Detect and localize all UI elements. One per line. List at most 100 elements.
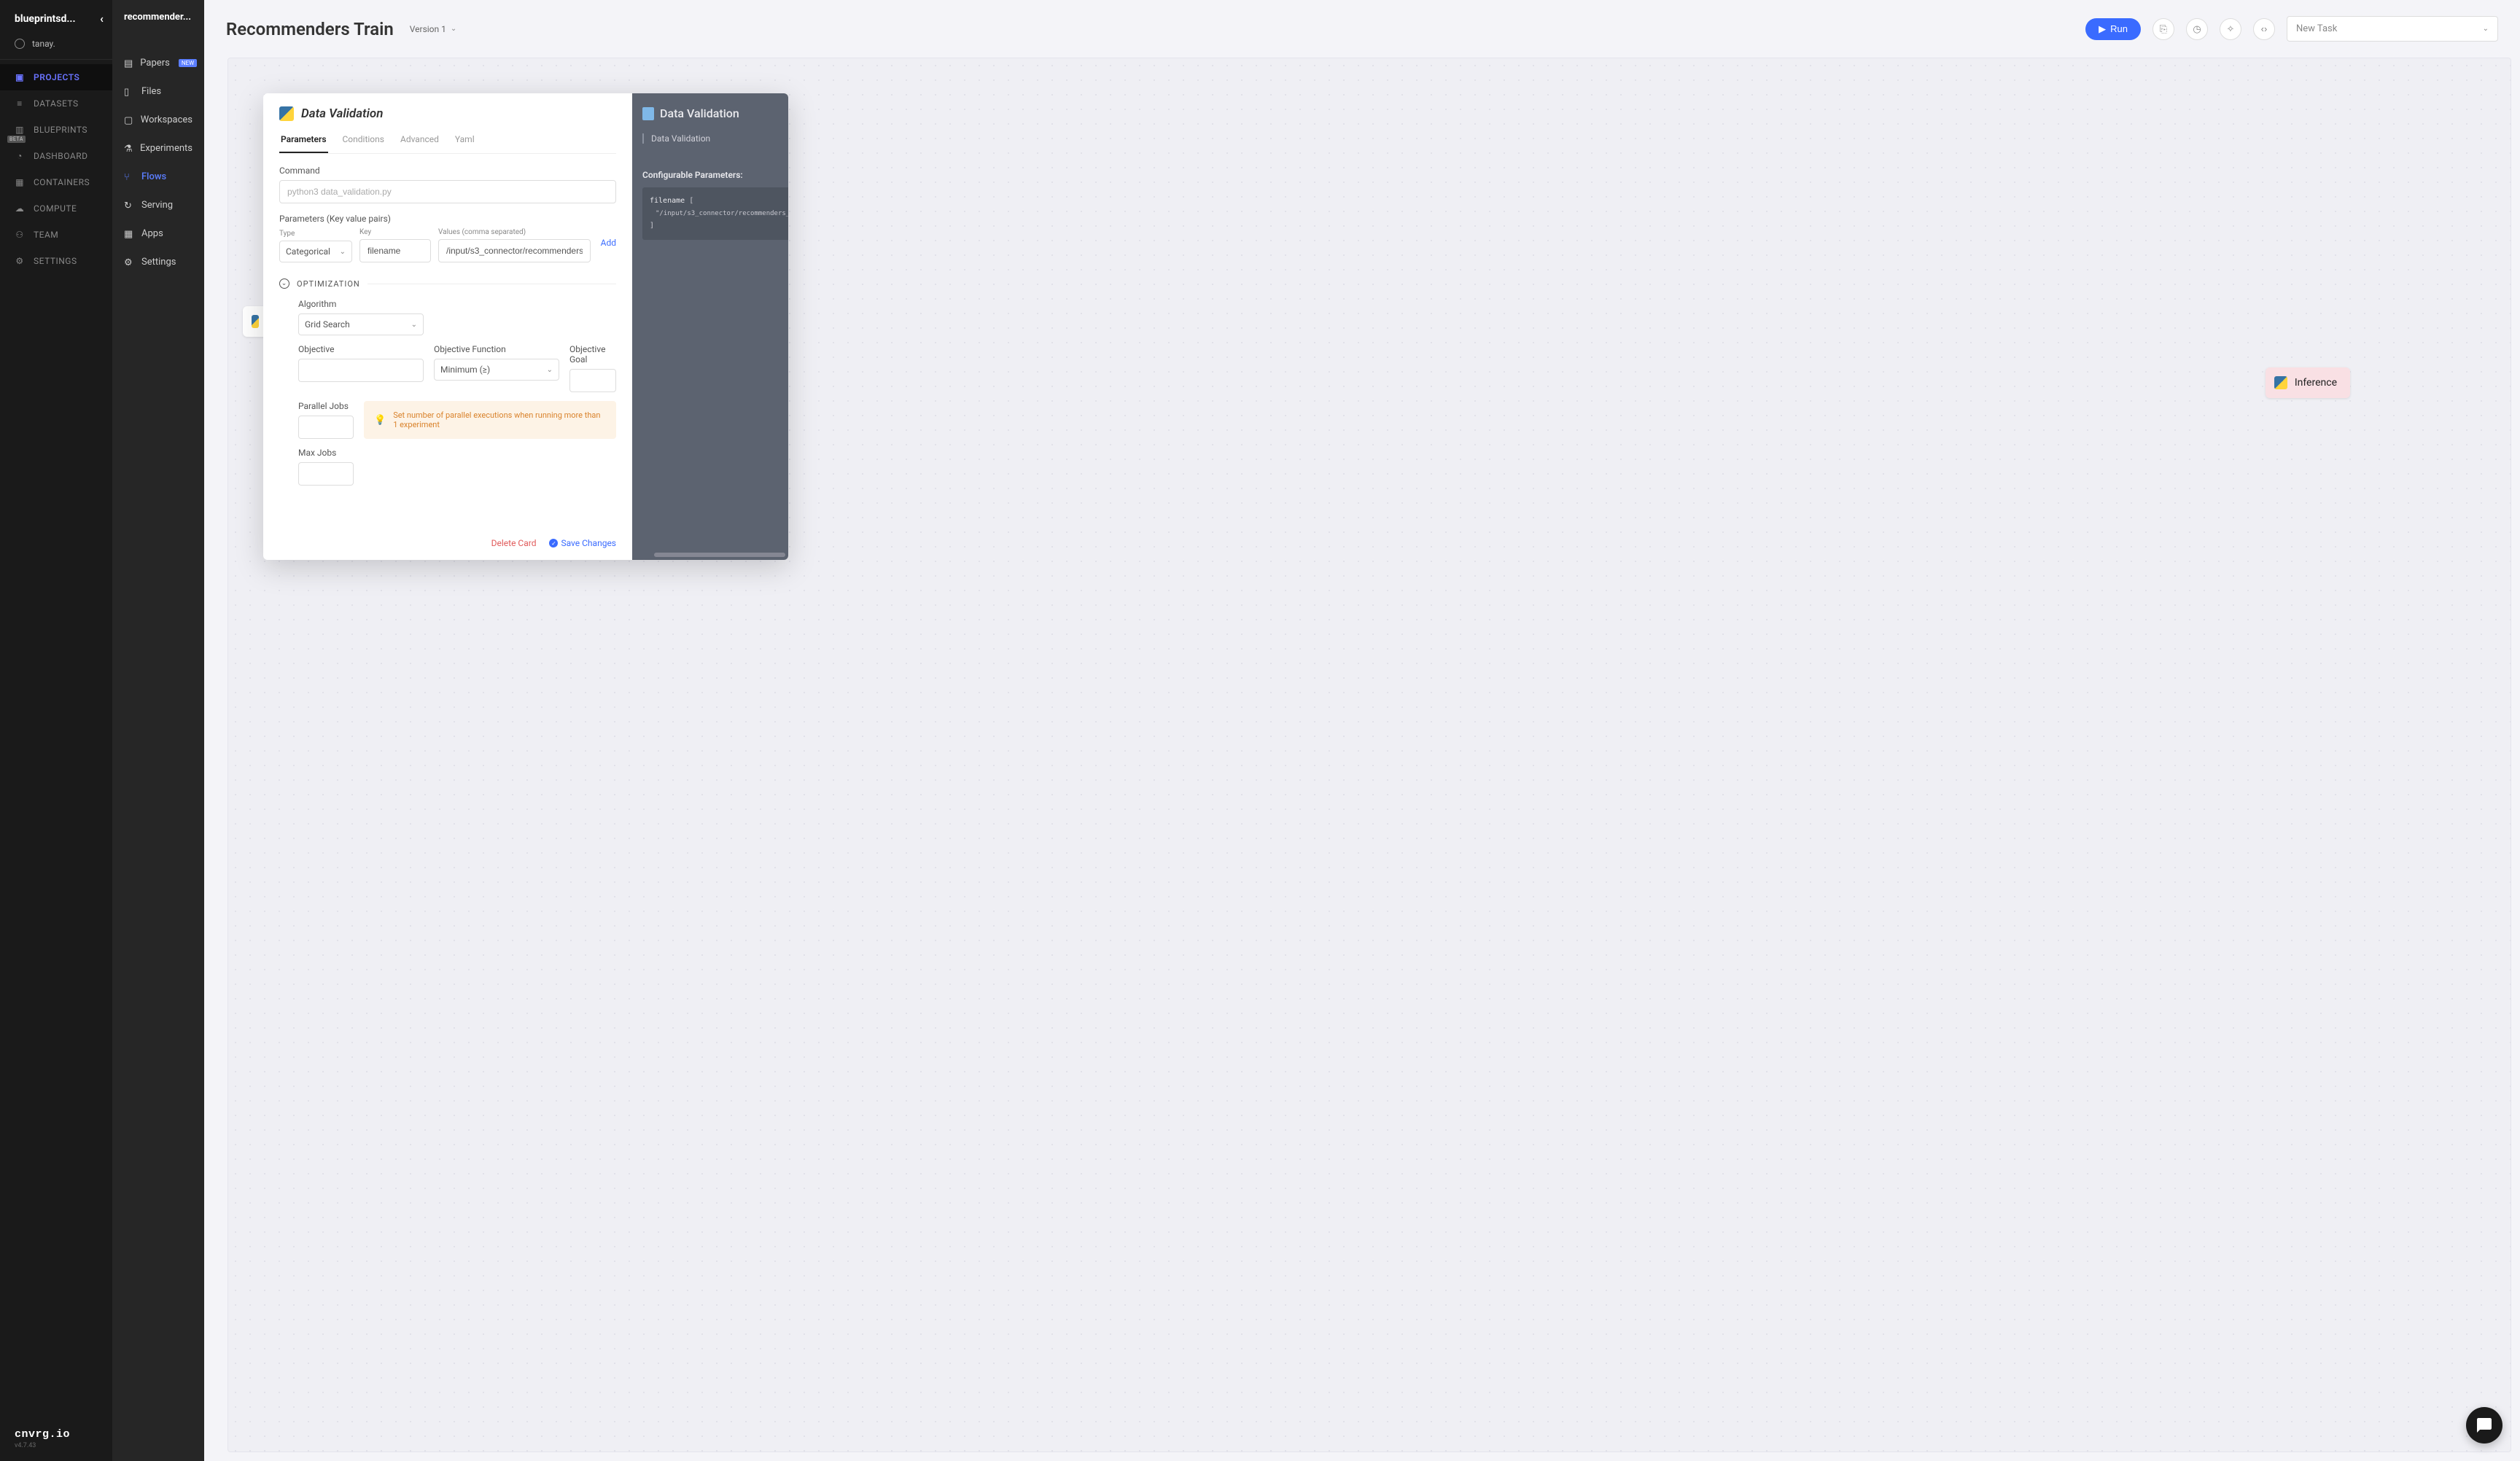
key-input[interactable] [359,239,431,262]
objfn-value: Minimum (≥) [440,365,490,375]
tip-text: Set number of parallel executions when r… [393,410,606,429]
side-title-row: Data Validation [642,106,788,120]
nav-datasets-label: DATASETS [34,98,79,109]
new-task-select[interactable]: New Task ⌄ [2287,16,2498,42]
code-close: ] [650,219,788,233]
sec-apps-label: Apps [141,228,163,239]
chevron-left-icon[interactable]: ‹ [100,12,104,26]
brand-footer: cnvrg.io v4.7.43 [0,1417,112,1461]
nav-dashboard[interactable]: ◔ DASHBOARD [0,143,112,169]
flow-node-inference[interactable]: Inference [2266,367,2350,398]
tab-advanced[interactable]: Advanced [399,130,440,153]
project-nav: ▤ Papers NEW ▯ Files ▢ Workspaces ⚗ Expe… [112,34,204,276]
tab-parameters[interactable]: Parameters [279,130,328,153]
nav-team[interactable]: ⚇ TEAM [0,222,112,248]
modal-title-row: Data Validation [279,106,616,121]
tab-conditions[interactable]: Conditions [341,130,386,153]
page-title: Recommenders Train [226,19,394,39]
tab-yaml[interactable]: Yaml [454,130,476,153]
code-icon: ‹› [2261,23,2268,34]
command-input[interactable] [279,180,616,203]
task-modal: Data Validation Parameters Conditions Ad… [263,93,788,560]
save-changes-link[interactable]: ✓ Save Changes [549,538,616,548]
code-bracket: [ [689,197,693,205]
nav-settings[interactable]: ⚙ SETTINGS [0,248,112,274]
sec-serving[interactable]: ↻ Serving [112,191,204,219]
schedule-icon-button[interactable]: ◷ [2186,18,2208,40]
side-params-header: Configurable Parameters: [642,170,788,180]
sec-experiments[interactable]: ⚗ Experiments [112,134,204,163]
delete-card-link[interactable]: Delete Card [491,538,537,548]
python-icon [2274,376,2287,389]
nav-projects-label: PROJECTS [34,72,79,82]
gear-icon: ⚙ [124,257,134,268]
objective-input[interactable] [298,359,424,382]
sec-workspaces[interactable]: ▢ Workspaces [112,106,204,134]
chat-bubble-button[interactable] [2466,1407,2502,1444]
compute-icon: ☁ [15,203,25,214]
flows-icon: ⑂ [124,172,134,182]
nav-projects[interactable]: ▣ PROJECTS [0,64,112,90]
user-icon [15,39,25,49]
primary-nav: ▣ PROJECTS ≡ DATASETS ▥ BLUEPRINTS BETA … [0,60,112,1417]
values-input[interactable] [438,239,591,262]
datasets-icon: ≡ [15,98,25,109]
optimization-header[interactable]: ⌄ OPTIMIZATION [279,278,616,289]
parallel-input[interactable] [298,416,354,439]
objgoal-input[interactable] [569,369,616,392]
containers-icon: ▦ [15,177,25,187]
side-title: Data Validation [660,106,739,120]
flow-node-label: Inference [2295,377,2337,389]
key-label: Key [359,228,431,236]
team-icon: ⚇ [15,230,25,240]
sec-settings[interactable]: ⚙ Settings [112,248,204,276]
bulb-icon: 💡 [374,415,386,426]
objfn-select[interactable]: Minimum (≥) ⌄ [434,359,559,381]
sec-workspaces-label: Workspaces [141,114,192,125]
collapse-icon[interactable]: ⌄ [279,278,289,289]
nav-blueprints[interactable]: ▥ BLUEPRINTS BETA [0,117,112,143]
sec-files[interactable]: ▯ Files [112,77,204,106]
save-icon-button[interactable]: ⎘ [2152,18,2174,40]
org-switcher[interactable]: blueprintsd... ‹ [0,0,112,33]
nav-compute[interactable]: ☁ COMPUTE [0,195,112,222]
nav-datasets[interactable]: ≡ DATASETS [0,90,112,117]
type-label: Type [279,230,352,238]
type-select[interactable]: Categorical ⌄ [279,241,352,262]
version-label: Version 1 [410,24,446,34]
run-button[interactable]: ▶ Run [2085,18,2141,40]
secondary-sidebar: recommender... ▤ Papers NEW ▯ Files ▢ Wo… [112,0,204,1461]
nav-containers-label: CONTAINERS [34,177,90,187]
sec-files-label: Files [141,86,161,97]
magic-icon-button[interactable]: ✧ [2220,18,2241,40]
add-param-link[interactable]: Add [601,238,616,253]
code-icon-button[interactable]: ‹› [2253,18,2275,40]
sec-serving-label: Serving [141,200,173,211]
sec-apps[interactable]: ▦ Apps [112,219,204,248]
topbar: Recommenders Train Version 1 ⌄ ▶ Run ⎘ ◷… [204,0,2520,52]
horizontal-scrollbar[interactable] [654,553,785,557]
params-header: Parameters (Key value pairs) [279,214,616,224]
sec-flows[interactable]: ⑂ Flows [112,163,204,191]
settings-icon: ⚙ [15,256,25,266]
brand-version: v4.7.43 [15,1442,98,1449]
sec-papers[interactable]: ▤ Papers NEW [112,49,204,77]
algo-label: Algorithm [298,299,424,309]
nav-containers[interactable]: ▦ CONTAINERS [0,169,112,195]
flow-canvas[interactable]: Inference Data Validation Parameters Con… [228,58,2511,1452]
modal-right-panel: Data Validation Data Validation Configur… [632,93,788,560]
algo-select[interactable]: Grid Search ⌄ [298,313,424,335]
org-name: blueprintsd... [15,13,76,25]
user-row[interactable]: tanay. [0,33,112,60]
maxjobs-label: Max Jobs [298,448,354,458]
objgoal-label: Objective Goal [569,344,616,365]
dashboard-icon: ◔ [15,151,25,161]
maxjobs-input[interactable] [298,462,354,486]
main-content: Recommenders Train Version 1 ⌄ ▶ Run ⎘ ◷… [204,0,2520,1461]
version-select[interactable]: Version 1 ⌄ [410,24,457,34]
algo-value: Grid Search [305,319,350,330]
primary-sidebar: blueprintsd... ‹ tanay. ▣ PROJECTS ≡ DAT… [0,0,112,1461]
brand-logo: cnvrg.io [15,1428,98,1441]
project-name: recommender... [112,0,204,34]
chevron-down-icon: ⌄ [547,366,553,374]
